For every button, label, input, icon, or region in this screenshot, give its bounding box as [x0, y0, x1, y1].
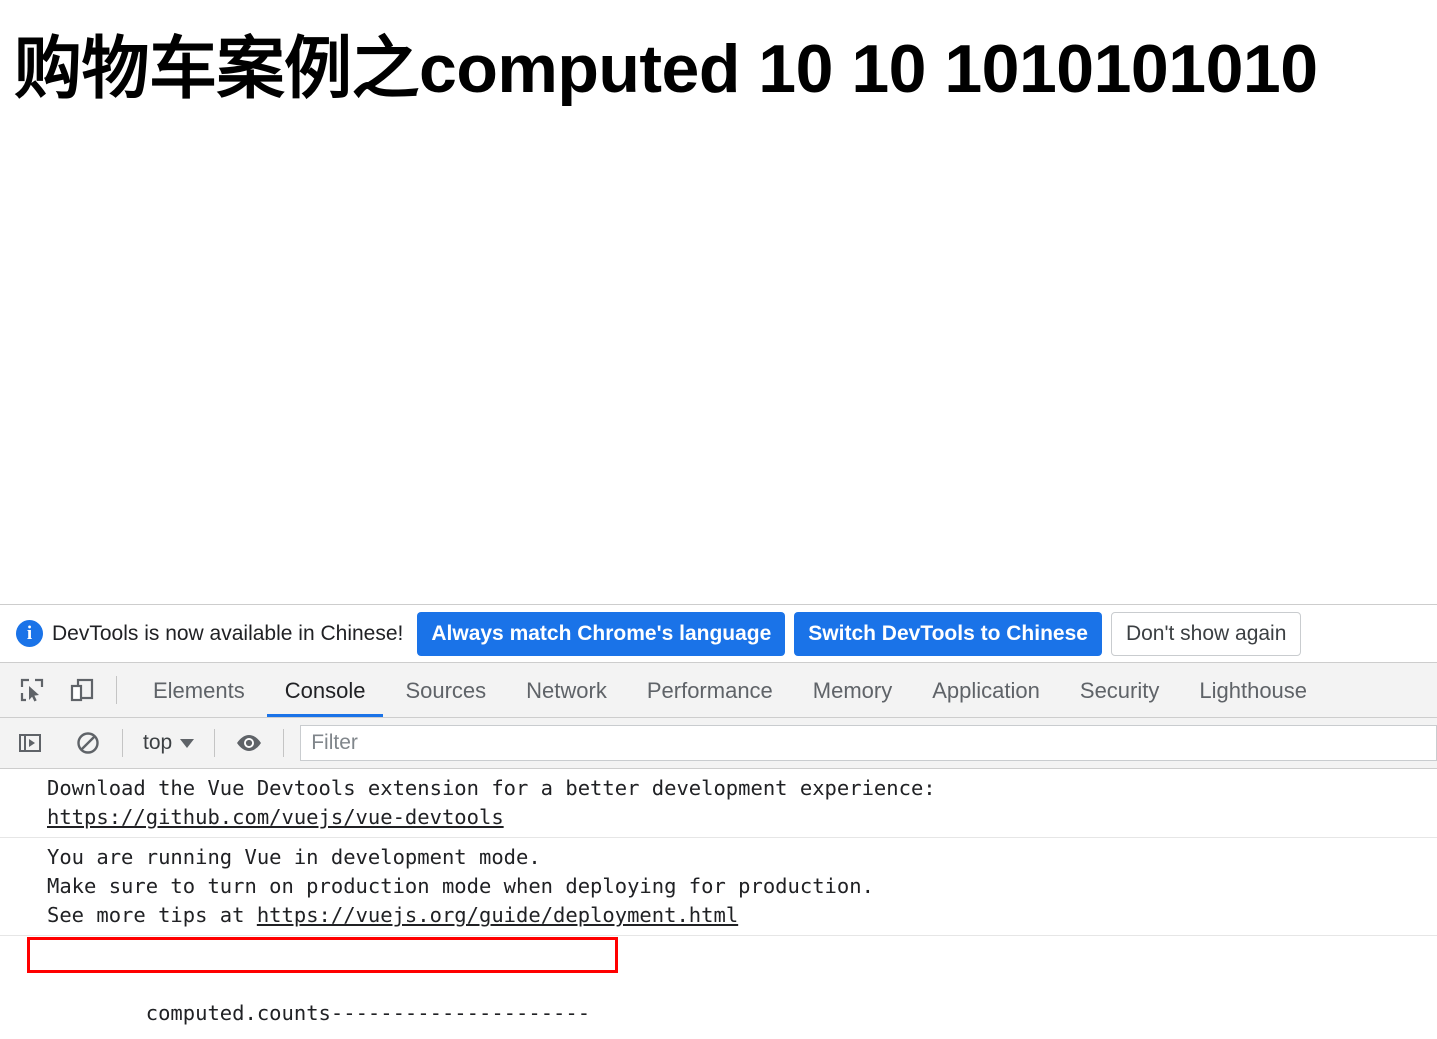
browser-viewport: 购物车案例之computed 10 10 1010101010 [0, 0, 1437, 604]
console-message-text-line1: You are running Vue in development mode. [47, 845, 541, 869]
tab-sources[interactable]: Sources [385, 663, 506, 717]
console-message: You are running Vue in development mode.… [0, 838, 1437, 936]
tabbar-divider [116, 676, 117, 704]
tab-network[interactable]: Network [506, 663, 627, 717]
console-filter-input[interactable] [300, 725, 1437, 761]
clear-console-icon[interactable] [70, 725, 106, 761]
tab-lighthouse[interactable]: Lighthouse [1179, 663, 1327, 717]
console-message-link[interactable]: https://vuejs.org/guide/deployment.html [257, 903, 738, 927]
console-toolbar: top [0, 718, 1437, 769]
console-message-text: computed.counts--------------------- [145, 1001, 591, 1025]
console-message-list: Download the Vue Devtools extension for … [0, 769, 1437, 1039]
console-message: Download the Vue Devtools extension for … [0, 769, 1437, 838]
always-match-chrome-language-button[interactable]: Always match Chrome's language [417, 611, 786, 656]
inspect-element-icon[interactable] [14, 672, 50, 708]
dont-show-again-button[interactable]: Don't show again [1110, 611, 1302, 656]
language-banner: i DevTools is now available in Chinese! … [0, 605, 1437, 663]
console-message-text-line2: Make sure to turn on production mode whe… [47, 874, 874, 898]
screenshot-root: 购物车案例之computed 10 10 1010101010 i DevToo… [0, 0, 1437, 1039]
console-sidebar-icon[interactable] [12, 725, 48, 761]
info-icon: i [16, 620, 43, 647]
page-title: 购物车案例之computed 10 10 1010101010 [14, 31, 1318, 107]
device-toolbar-icon[interactable] [64, 672, 100, 708]
live-expression-eye-icon[interactable] [231, 725, 267, 761]
devtools-panel: i DevTools is now available in Chinese! … [0, 604, 1437, 1039]
tab-memory[interactable]: Memory [793, 663, 912, 717]
switch-devtools-to-chinese-button[interactable]: Switch DevTools to Chinese [794, 611, 1102, 656]
tab-performance[interactable]: Performance [627, 663, 793, 717]
console-message-text: Download the Vue Devtools extension for … [47, 776, 936, 800]
console-message-highlighted: computed.counts--------------------- [0, 936, 1437, 1039]
console-toolbar-divider-2 [214, 729, 216, 757]
console-message-text-line3: See more tips at [47, 903, 257, 927]
console-toolbar-divider-3 [283, 729, 285, 757]
tab-elements[interactable]: Elements [133, 663, 265, 717]
console-message-link[interactable]: https://github.com/vuejs/vue-devtools [47, 805, 504, 829]
tab-application[interactable]: Application [912, 663, 1060, 717]
console-context-selector[interactable]: top [139, 731, 198, 755]
console-toolbar-divider-1 [122, 729, 123, 757]
banner-message: DevTools is now available in Chinese! [52, 621, 404, 645]
red-highlight-box [27, 937, 618, 973]
tab-console[interactable]: Console [265, 663, 386, 717]
devtools-tabbar: Elements Console Sources Network Perform… [0, 663, 1437, 718]
chevron-down-icon [180, 738, 195, 748]
console-context-label: top [143, 731, 173, 754]
tab-security[interactable]: Security [1060, 663, 1179, 717]
